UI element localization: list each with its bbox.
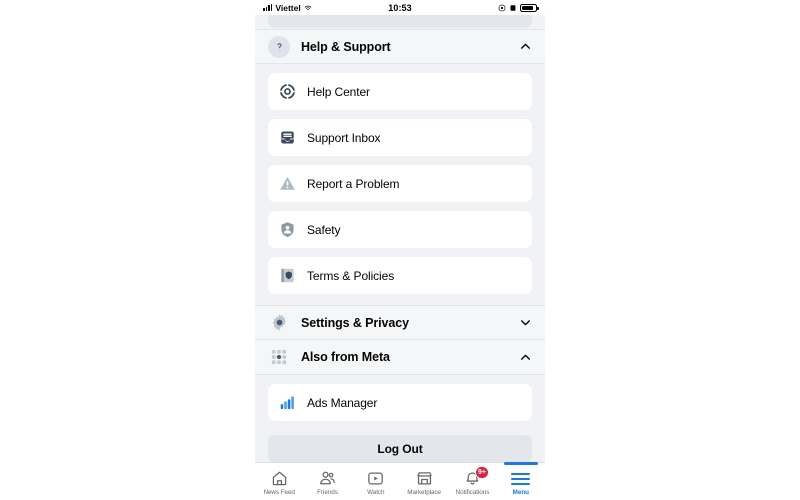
section-header-settings-privacy[interactable]: Settings & Privacy: [255, 305, 545, 340]
inbox-tray-icon: [281, 131, 294, 144]
screenshot-canvas: Viettel 10:53 Help & Support Help Center…: [0, 0, 800, 500]
bell-icon: 9+: [463, 466, 489, 487]
menu-item-label: Terms & Policies: [307, 268, 395, 283]
log-out-button[interactable]: Log Out: [268, 435, 532, 462]
tab-news-feed[interactable]: News Feed: [255, 463, 303, 500]
tab-label: News Feed: [263, 489, 295, 496]
menu-item-label: Support Inbox: [307, 130, 381, 145]
phone-screen: Viettel 10:53 Help & Support Help Center…: [255, 0, 545, 500]
menu-item-support-inbox[interactable]: Support Inbox: [268, 119, 532, 156]
tab-label: Menu: [512, 489, 529, 496]
tab-notifications[interactable]: 9+ Notifications: [448, 463, 496, 500]
tab-label: Watch: [367, 489, 385, 496]
logout-area: Log Out: [255, 421, 545, 462]
bar-chart-icon: [280, 396, 294, 409]
tab-label: Marketplace: [407, 489, 442, 496]
tab-marketplace[interactable]: Marketplace: [400, 463, 448, 500]
friends-icon: [318, 470, 337, 487]
menu-item-terms-policies[interactable]: Terms & Policies: [268, 257, 532, 294]
also-from-meta-items: Ads Manager: [255, 384, 545, 421]
menu-item-report-a-problem[interactable]: Report a Problem: [268, 165, 532, 202]
menu-item-label: Report a Problem: [307, 176, 400, 191]
chevron-up-icon[interactable]: [519, 40, 532, 53]
menu-scroll-area[interactable]: Help & Support Help Center Support Inbox…: [255, 15, 545, 462]
menu-item-label: Safety: [307, 222, 341, 237]
tab-label: Friends: [317, 489, 338, 496]
section-title: Also from Meta: [301, 350, 390, 364]
tab-friends[interactable]: Friends: [303, 463, 351, 500]
marketplace-store-icon: [415, 470, 434, 487]
tab-menu[interactable]: Menu: [497, 462, 545, 500]
watch-play-icon: [366, 470, 385, 487]
lifebuoy-icon: [280, 84, 295, 99]
notifications-badge: 9+: [474, 466, 489, 479]
question-mark-circle-icon: [268, 35, 290, 58]
dot-grid-icon: [268, 346, 290, 368]
active-tab-indicator: [503, 462, 538, 465]
menu-item-label: Help Center: [307, 84, 370, 99]
chevron-down-icon[interactable]: [519, 316, 532, 329]
bottom-tab-bar: News Feed Friends Watch Marketplace 9+ N…: [255, 462, 545, 500]
section-header-also-from-meta[interactable]: Also from Meta: [255, 340, 545, 375]
partially-visible-card-above: [255, 15, 545, 29]
home-icon: [270, 470, 289, 487]
tab-watch[interactable]: Watch: [352, 463, 400, 500]
section-header-help-support[interactable]: Help & Support: [255, 29, 545, 64]
section-title: Settings & Privacy: [301, 315, 409, 330]
menu-item-safety[interactable]: Safety: [268, 211, 532, 248]
help-support-items: Help Center Support Inbox Report a Probl…: [255, 73, 545, 294]
section-title: Help & Support: [301, 39, 391, 54]
menu-item-label: Ads Manager: [307, 395, 378, 410]
book-shield-icon: [281, 268, 294, 283]
menu-item-help-center[interactable]: Help Center: [268, 73, 532, 110]
hamburger-menu-icon: [511, 470, 531, 487]
chevron-up-icon[interactable]: [519, 351, 532, 364]
status-bar: Viettel 10:53: [255, 0, 545, 15]
shield-person-icon: [281, 222, 294, 238]
peek-card-body: [268, 15, 532, 28]
gear-icon: [268, 312, 290, 334]
warning-triangle-icon: [280, 176, 295, 190]
menu-item-ads-manager[interactable]: Ads Manager: [268, 384, 532, 421]
tab-label: Notifications: [455, 489, 490, 496]
battery-icon: [520, 3, 539, 12]
status-bar-clock: 10:53: [388, 2, 412, 13]
